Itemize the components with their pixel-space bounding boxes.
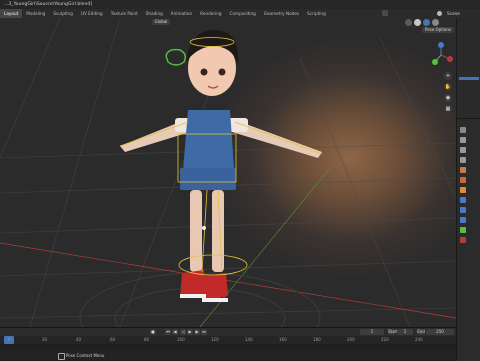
jump-start-icon[interactable]: ⏮ — [165, 329, 171, 335]
timeline-ruler[interactable]: 0 20 40 60 80 100 120 140 160 180 200 22… — [0, 336, 456, 344]
mouse-icon — [58, 353, 65, 360]
material-preview-icon[interactable] — [423, 19, 430, 26]
perspective-toggle-icon[interactable]: ▦ — [444, 105, 452, 113]
scene-label[interactable]: Scene — [447, 9, 460, 18]
x-axis-line — [0, 242, 456, 319]
pan-hand-icon[interactable]: ✋ — [444, 83, 452, 91]
tab-scripting[interactable]: Scripting — [303, 9, 330, 18]
ruler-tick: 120 — [211, 337, 219, 342]
keyframe-record-icon[interactable]: ● — [150, 329, 156, 335]
tab-uv-editing[interactable]: UV Editing — [77, 9, 107, 18]
armature-data-icon[interactable] — [460, 227, 466, 233]
right-sole — [202, 298, 228, 302]
ruler-tick: 200 — [347, 337, 355, 342]
transform-orientation-dropdown[interactable]: Global — [152, 19, 170, 25]
current-frame-field[interactable]: 1 — [360, 329, 384, 335]
window-title: ...3_YoungGirl\Source\YoungGirl.blend] — [4, 2, 93, 7]
particles-properties-icon[interactable] — [460, 207, 466, 213]
ruler-tick: 80 — [144, 337, 150, 342]
outliner-selected-row[interactable] — [459, 77, 479, 80]
left-sole — [180, 294, 206, 298]
tool-properties-icon[interactable] — [460, 127, 466, 133]
status-text: Pose Context Menu — [66, 353, 105, 358]
object-properties-icon[interactable] — [460, 187, 466, 193]
end-frame-label: End — [417, 329, 425, 335]
output-properties-icon[interactable] — [460, 147, 466, 153]
modifier-properties-icon[interactable] — [460, 197, 466, 203]
zoom-icon[interactable]: + — [444, 72, 452, 80]
prev-key-icon[interactable]: ◀ — [172, 329, 178, 335]
play-icon[interactable]: ▶ — [187, 329, 193, 335]
viewport-scene[interactable] — [0, 18, 456, 327]
ruler-tick: 100 — [177, 337, 185, 342]
add-workspace-icon[interactable] — [382, 10, 388, 16]
timeline-body[interactable] — [0, 344, 456, 351]
tab-animation[interactable]: Animation — [167, 9, 196, 18]
workspace-tabs-bar: Layout Modeling Sculpting UV Editing Tex… — [0, 9, 480, 18]
tab-layout[interactable]: Layout — [0, 9, 23, 18]
tab-rendering[interactable]: Rendering — [196, 9, 225, 18]
ruler-tick: 0 — [8, 337, 11, 342]
navigation-gizmo[interactable] — [428, 42, 454, 68]
left-eye — [200, 68, 208, 76]
tab-texture-paint[interactable]: Texture Paint — [107, 9, 142, 18]
view-layer-properties-icon[interactable] — [460, 157, 466, 163]
scene-properties-icon[interactable] — [460, 167, 466, 173]
properties-panel[interactable] — [457, 118, 480, 361]
status-bar: Pose Context Menu — [0, 351, 456, 360]
right-eye — [218, 68, 226, 76]
physics-properties-icon[interactable] — [460, 217, 466, 223]
rendered-shading-icon[interactable] — [432, 19, 439, 26]
3d-cursor — [202, 226, 206, 230]
left-leg — [190, 190, 202, 272]
character-model — [120, 30, 322, 302]
play-reverse-icon[interactable]: ◁ — [180, 329, 186, 335]
wireframe-shading-icon[interactable] — [405, 19, 412, 26]
render-properties-icon[interactable] — [460, 137, 466, 143]
ruler-tick: 220 — [381, 337, 389, 342]
tab-sculpting[interactable]: Sculpting — [49, 9, 77, 18]
ruler-tick: 180 — [313, 337, 321, 342]
head-ik-control — [165, 48, 187, 66]
next-key-icon[interactable]: ▶ — [194, 329, 200, 335]
window-title-bar: ...3_YoungGirl\Source\YoungGirl.blend] — [0, 0, 480, 9]
shorts — [180, 168, 236, 190]
tab-shading[interactable]: Shading — [142, 9, 167, 18]
scene-icon[interactable] — [436, 10, 443, 17]
jump-end-icon[interactable]: ⏭ — [201, 329, 207, 335]
world-properties-icon[interactable] — [460, 177, 466, 183]
ruler-tick: 160 — [279, 337, 287, 342]
start-frame-field[interactable]: 1 — [397, 329, 413, 335]
tab-modeling[interactable]: Modeling — [22, 9, 49, 18]
end-frame-field[interactable]: 250 — [426, 329, 454, 335]
outliner-panel[interactable] — [457, 18, 480, 118]
tab-geometry-nodes[interactable]: Geometry Nodes — [260, 9, 303, 18]
ruler-tick: 240 — [415, 337, 423, 342]
material-properties-icon[interactable] — [460, 237, 466, 243]
ruler-tick: 140 — [245, 337, 253, 342]
pose-options-dropdown[interactable]: Pose Options — [422, 27, 454, 33]
camera-view-icon[interactable]: ◉ — [444, 94, 452, 102]
tab-compositing[interactable]: Compositing — [226, 9, 260, 18]
solid-shading-icon[interactable] — [414, 19, 421, 26]
ruler-tick: 60 — [110, 337, 116, 342]
start-frame-label: Start — [388, 329, 398, 335]
ruler-tick: 40 — [76, 337, 82, 342]
right-sidebar — [456, 18, 480, 361]
3d-viewport[interactable]: Global Pose Options + ✋ ◉ ▦ — [0, 18, 456, 327]
right-leg — [212, 190, 224, 272]
ruler-tick: 20 — [42, 337, 48, 342]
